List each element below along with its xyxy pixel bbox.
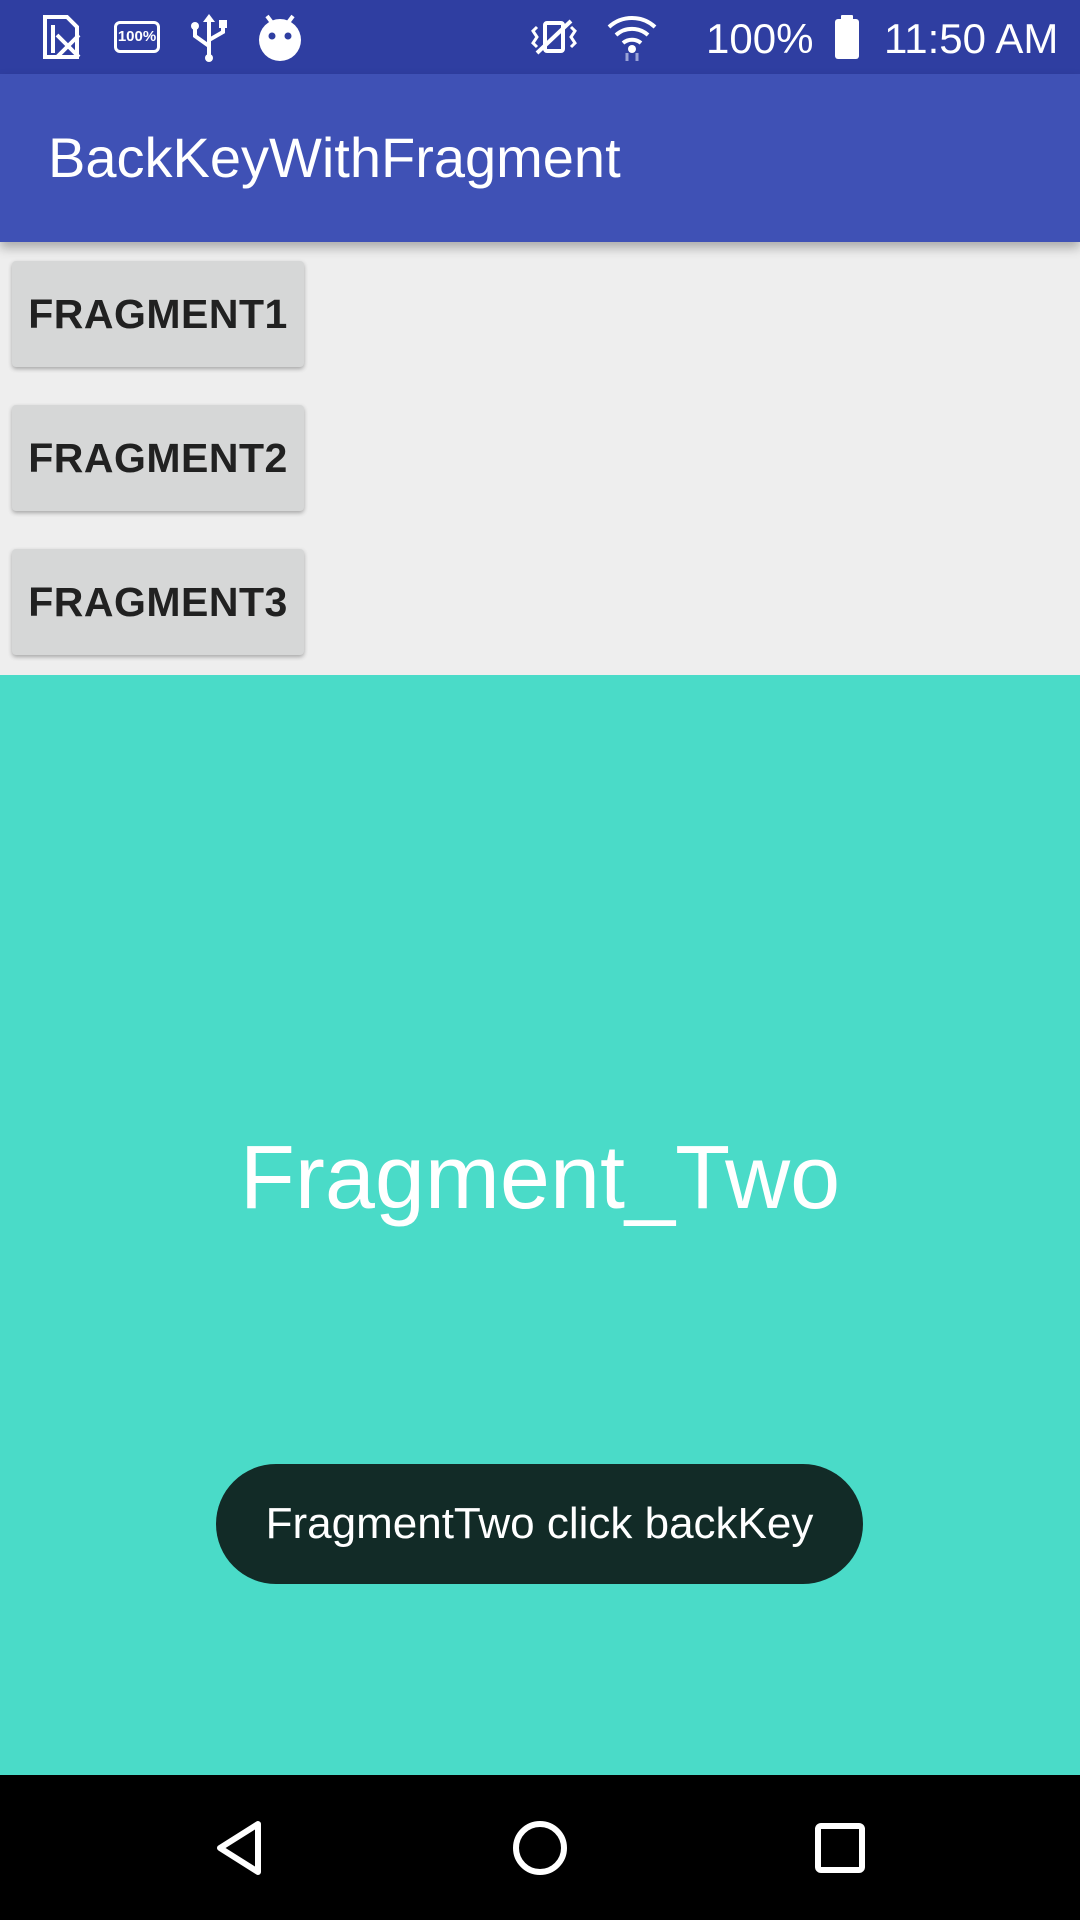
screen: 100% 100% 11:50 AM BackKeyWithFragment F… <box>0 0 1080 1920</box>
recents-icon <box>815 1822 865 1873</box>
fragment3-button[interactable]: FRAGMENT3 <box>12 549 304 655</box>
android-debug-icon <box>254 0 306 74</box>
fragment-label: Fragment_Two <box>239 1128 841 1228</box>
battery-percent-text: 100% <box>706 15 814 62</box>
vibrate-icon <box>526 0 582 74</box>
back-icon <box>217 1820 261 1875</box>
navigation-bar <box>0 1775 1080 1920</box>
fragment2-button[interactable]: FRAGMENT2 <box>12 405 304 511</box>
clock: 11:50 AM <box>884 15 1059 62</box>
home-button[interactable] <box>460 1775 620 1920</box>
back-button[interactable] <box>160 1775 320 1920</box>
status-bar: 100% 100% 11:50 AM <box>0 0 1080 74</box>
sim-card-off-icon <box>38 0 84 74</box>
battery-full-badge-icon: 100% <box>108 0 166 74</box>
battery-icon <box>832 0 862 74</box>
home-icon <box>513 1820 567 1875</box>
app-title: BackKeyWithFragment <box>48 126 621 189</box>
toast-message: FragmentTwo click backKey <box>216 1464 863 1584</box>
app-bar: BackKeyWithFragment <box>0 74 1080 242</box>
recents-button[interactable] <box>760 1775 920 1920</box>
button-area: FRAGMENT1 FRAGMENT2 FRAGMENT3 <box>0 242 1080 675</box>
wifi-icon <box>604 0 660 74</box>
usb-icon <box>184 0 234 74</box>
fragment1-button[interactable]: FRAGMENT1 <box>12 261 304 367</box>
